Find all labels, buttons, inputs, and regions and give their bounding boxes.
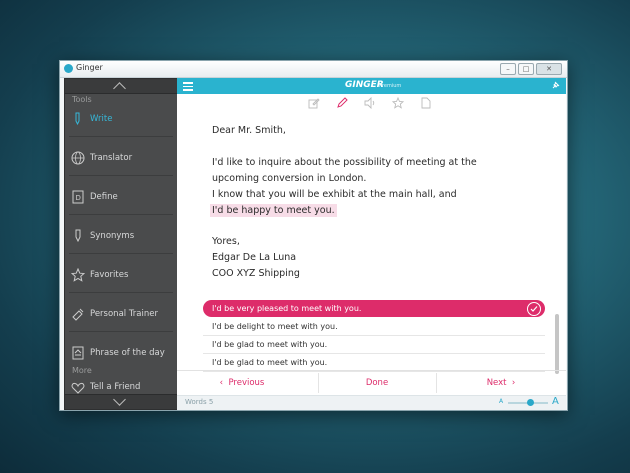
zoom-slider-thumb[interactable]	[527, 399, 534, 406]
sidebar-item-label: Define	[90, 192, 118, 202]
sidebar-scroll-down[interactable]	[65, 393, 177, 409]
maximize-button[interactable]: □	[518, 63, 534, 75]
divider	[69, 175, 173, 176]
pen-icon[interactable]	[336, 97, 348, 109]
doc-line-highlighted: I'd be happy to meet you.	[210, 204, 337, 217]
suggestion-item[interactable]: I'd be glad to meet with you.	[203, 336, 545, 354]
toolbar	[177, 95, 566, 111]
sidebar-item-write[interactable]: Write	[65, 106, 177, 136]
doc-line: Edgar De La Luna	[212, 252, 297, 263]
done-button[interactable]: Done	[318, 371, 436, 395]
trainer-icon	[72, 308, 84, 321]
ginger-window: Ginger – □ ✕ Tools Write Translator D De…	[59, 60, 568, 411]
previous-label: Previous	[228, 378, 265, 388]
document-icon[interactable]	[420, 97, 432, 109]
suggestion-text: I'd be glad to meet with you.	[212, 340, 328, 349]
divider	[69, 331, 173, 332]
highlighted-phrase[interactable]: I'd be happy to meet you.	[210, 204, 337, 217]
chevron-up-icon	[113, 82, 126, 95]
sidebar-item-label: Favorites	[90, 270, 129, 280]
suggestion-item[interactable]: I'd be delight to meet with you.	[203, 318, 545, 336]
suggestion-item-selected[interactable]: I'd be very pleased to meet with you.	[203, 300, 545, 317]
sidebar-item-personal-trainer[interactable]: Personal Trainer	[65, 301, 177, 331]
dictionary-icon: D	[72, 190, 84, 204]
sidebar-item-define[interactable]: D Define	[65, 184, 177, 214]
close-button[interactable]: ✕	[536, 63, 562, 75]
main-panel: GINGER Premium Dear Mr. Smith, I'd like …	[177, 78, 566, 410]
sidebar-item-favorites[interactable]: Favorites	[65, 262, 177, 292]
divider	[69, 214, 173, 215]
hamburger-menu-icon[interactable]	[183, 82, 193, 91]
divider	[69, 292, 173, 293]
sidebar-item-label: Personal Trainer	[90, 309, 158, 319]
pin-icon[interactable]	[551, 81, 560, 90]
words-label: Words	[185, 398, 207, 406]
suggestion-text: I'd be very pleased to meet with you.	[212, 304, 362, 313]
chevron-down-icon	[113, 393, 126, 406]
doc-line: Yores,	[212, 236, 240, 247]
globe-icon	[71, 151, 85, 165]
sidebar-item-synonyms[interactable]: Synonyms	[65, 223, 177, 253]
doc-line: upcoming conversion in London.	[212, 173, 367, 184]
doc-line: I'd like to inquire about the possibilit…	[212, 157, 477, 168]
divider	[69, 136, 173, 137]
edit-icon[interactable]	[308, 97, 320, 109]
previous-button[interactable]: ‹ Previous	[177, 371, 307, 395]
sidebar-item-tell-a-friend[interactable]: Tell a Friend	[65, 377, 177, 395]
svg-text:D: D	[76, 194, 81, 202]
synonyms-icon	[75, 229, 81, 243]
pen-icon	[75, 112, 80, 126]
sidebar: Tools Write Translator D Define Synonyms…	[64, 78, 178, 410]
doc-line: I know that you will be exhibit at the m…	[212, 189, 457, 200]
zoom-in-icon[interactable]: A	[552, 396, 559, 407]
ginger-logo: GINGER	[345, 80, 384, 90]
suggestion-scrollbar[interactable]	[555, 314, 559, 374]
speaker-icon[interactable]	[364, 97, 376, 109]
status-bar: Words 5 A A	[177, 395, 566, 410]
next-button[interactable]: Next ›	[436, 371, 566, 395]
window-title: Ginger	[76, 63, 103, 72]
zoom-out-icon[interactable]: A	[499, 398, 503, 405]
sidebar-item-label: Tell a Friend	[90, 382, 141, 392]
check-icon	[527, 302, 541, 316]
minimize-button[interactable]: –	[500, 63, 516, 75]
logo-subtitle: Premium	[379, 83, 402, 89]
suggestion-text: I'd be delight to meet with you.	[212, 322, 338, 331]
title-bar: Ginger – □ ✕	[60, 61, 567, 78]
sidebar-item-translator[interactable]: Translator	[65, 145, 177, 175]
suggestion-text: I'd be glad to meet with you.	[212, 358, 328, 367]
star-icon	[71, 268, 85, 282]
doc-line: Dear Mr. Smith,	[212, 125, 286, 136]
phrase-icon	[72, 346, 84, 360]
sidebar-scroll-up[interactable]	[65, 79, 177, 95]
star-icon[interactable]	[392, 97, 404, 109]
heart-icon	[71, 382, 85, 394]
header-bar: GINGER Premium	[177, 78, 566, 94]
next-label: Next	[486, 378, 507, 388]
ginger-app-icon	[64, 64, 73, 73]
tools-header: Tools	[72, 95, 92, 104]
sidebar-item-label: Translator	[90, 153, 133, 163]
words-count: 5	[208, 398, 214, 406]
chevron-right-icon: ›	[506, 378, 516, 388]
more-header: More	[72, 366, 92, 375]
word-count: Words 5	[185, 398, 213, 406]
sidebar-item-label: Write	[90, 114, 113, 124]
sidebar-item-label: Synonyms	[90, 231, 135, 241]
doc-line: COO XYZ Shipping	[212, 268, 300, 279]
sidebar-item-label: Phrase of the day	[90, 348, 165, 358]
bottom-nav: ‹ Previous Done Next ›	[177, 370, 566, 395]
divider	[69, 253, 173, 254]
